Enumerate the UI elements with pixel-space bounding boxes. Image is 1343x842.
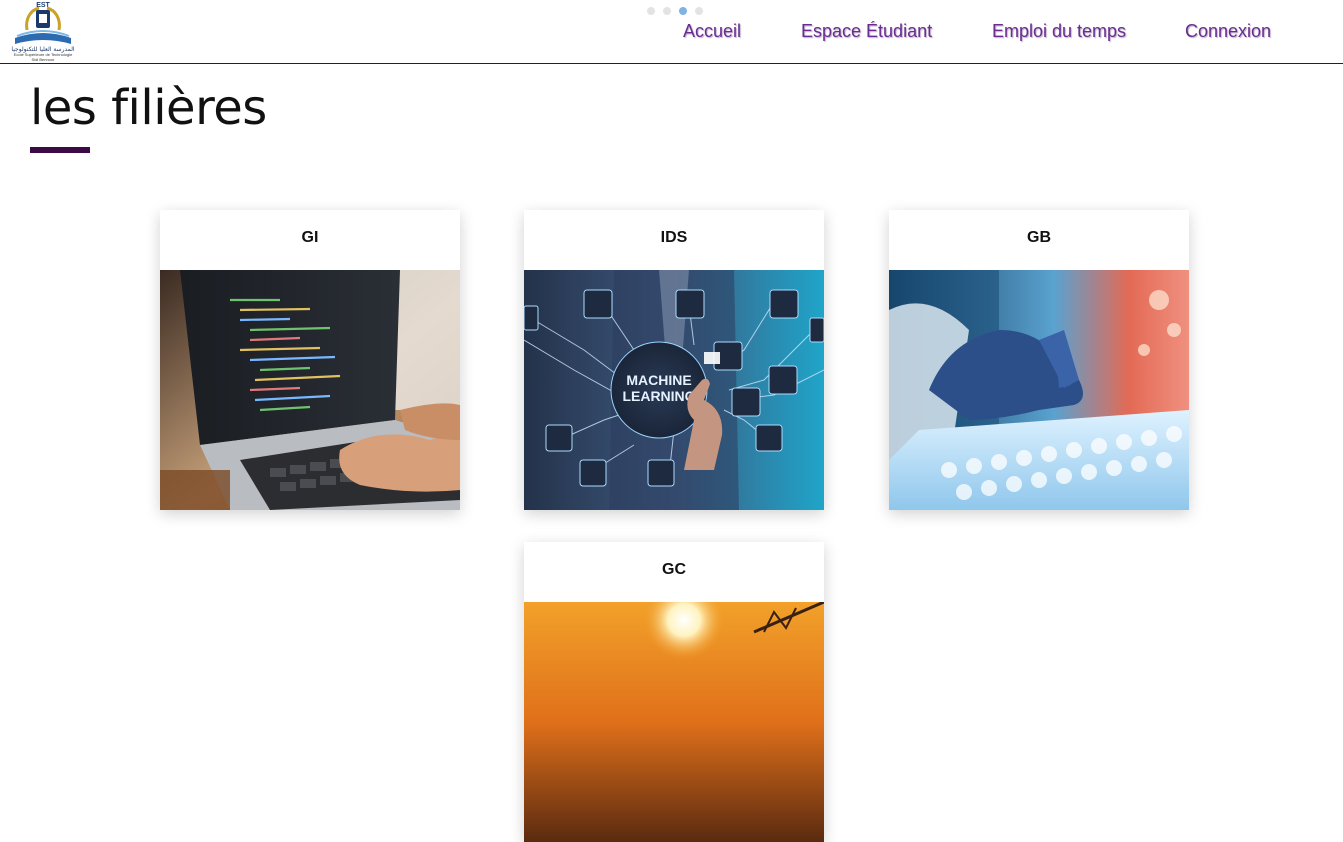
nav-link-emploi-du-temps[interactable]: Emploi du temps (992, 21, 1126, 42)
school-emblem-icon: EST المدرسة العليا للتكنولوجيا Ecole Sup… (11, 2, 75, 62)
carousel-dot[interactable] (663, 7, 671, 15)
top-navbar: EST المدرسة العليا للتكنولوجيا Ecole Sup… (0, 0, 1343, 64)
svg-text:Sidi Bennour: Sidi Bennour (32, 57, 56, 62)
machine-learning-photo: MACHINE LEARNING (524, 270, 824, 510)
card-title: GC (662, 561, 686, 578)
nav-link-accueil[interactable]: Accueil (683, 21, 741, 42)
card-title: GB (1027, 229, 1051, 246)
carousel-dot[interactable] (695, 7, 703, 15)
filiere-card-gc[interactable]: GC (524, 542, 824, 842)
construction-sunset-photo (524, 602, 824, 842)
carousel-dot-active[interactable] (679, 7, 687, 15)
carousel-dots (647, 7, 703, 15)
laptop-code-photo (160, 270, 460, 510)
filiere-card-gb[interactable]: GB (889, 210, 1189, 510)
card-title: GI (301, 229, 319, 246)
title-underline (30, 147, 90, 153)
nav-link-connexion[interactable]: Connexion (1185, 21, 1271, 42)
school-logo[interactable]: EST المدرسة العليا للتكنولوجيا Ecole Sup… (9, 0, 77, 62)
nav-link-espace-etudiant[interactable]: Espace Étudiant (801, 21, 932, 42)
carousel-dot[interactable] (647, 7, 655, 15)
filiere-card-gi[interactable]: GI (160, 210, 460, 510)
svg-text:MACHINELEARNING: MACHINE LEARNING (622, 372, 695, 404)
lab-biology-photo (889, 270, 1189, 510)
card-title: IDS (660, 229, 688, 246)
page-title: les filières (30, 80, 267, 136)
filiere-card-ids[interactable]: IDS MACHINE LEARNING (524, 210, 824, 510)
